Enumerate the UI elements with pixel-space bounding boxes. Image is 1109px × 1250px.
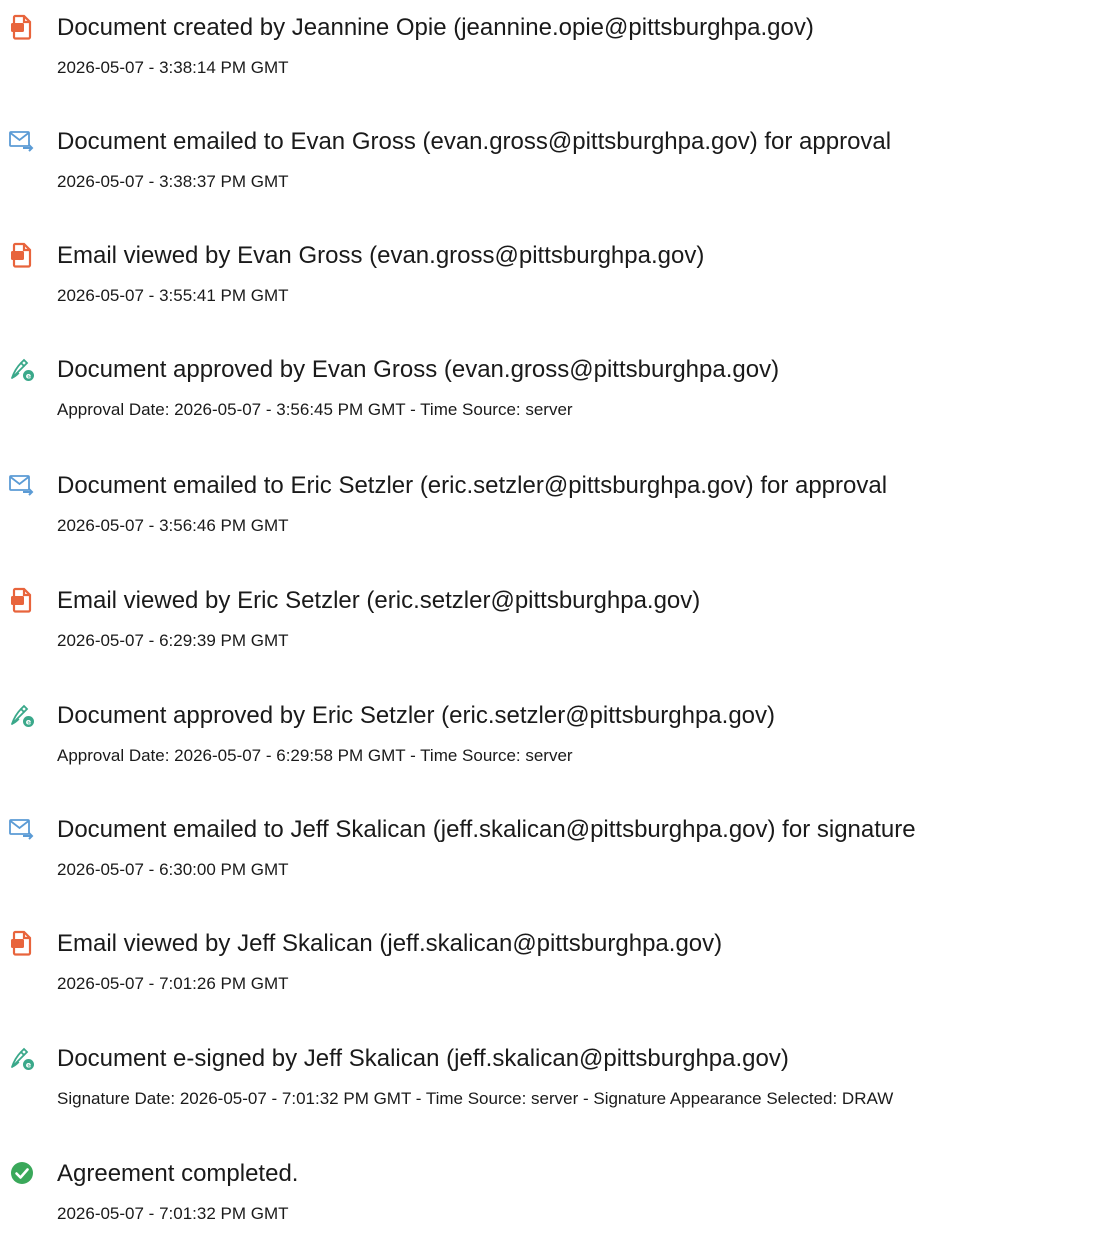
- audit-event: e Document e-signed by Jeff Skalican (je…: [0, 1045, 1109, 1135]
- audit-event: Email viewed by Eric Setzler (eric.setzl…: [0, 587, 1109, 677]
- event-title: Agreement completed.: [57, 1160, 299, 1187]
- event-timestamp: 2026-05-07 - 3:56:46 PM GMT: [57, 516, 289, 535]
- event-title: Email viewed by Eric Setzler (eric.setzl…: [57, 587, 701, 614]
- document-icon: [9, 587, 35, 613]
- event-title: Document emailed to Jeff Skalican (jeff.…: [57, 816, 916, 843]
- event-timestamp: 2026-05-07 - 3:38:37 PM GMT: [57, 172, 289, 191]
- document-icon: [9, 930, 35, 956]
- audit-event: Document emailed to Evan Gross (evan.gro…: [0, 128, 1109, 218]
- event-timestamp: Approval Date: 2026-05-07 - 6:29:58 PM G…: [57, 746, 573, 765]
- event-timestamp: 2026-05-07 - 6:29:39 PM GMT: [57, 631, 289, 650]
- audit-event: e Document approved by Eric Setzler (eri…: [0, 702, 1109, 792]
- event-timestamp: 2026-05-07 - 7:01:26 PM GMT: [57, 974, 289, 993]
- email-icon: [9, 128, 35, 154]
- event-title: Email viewed by Jeff Skalican (jeff.skal…: [57, 930, 723, 957]
- pen-sign-icon: e: [9, 702, 35, 728]
- pen-sign-icon: e: [9, 356, 35, 382]
- event-title: Email viewed by Evan Gross (evan.gross@p…: [57, 242, 705, 269]
- audit-event: Email viewed by Evan Gross (evan.gross@p…: [0, 242, 1109, 332]
- email-icon: [9, 816, 35, 842]
- event-timestamp: 2026-05-07 - 7:01:32 PM GMT: [57, 1204, 289, 1223]
- event-timestamp: 2026-05-07 - 3:38:14 PM GMT: [57, 58, 289, 77]
- event-title: Document e-signed by Jeff Skalican (jeff…: [57, 1045, 789, 1072]
- audit-event: Agreement completed. 2026-05-07 - 7:01:3…: [0, 1160, 1109, 1250]
- svg-text:e: e: [26, 1061, 32, 1070]
- audit-event: Document emailed to Jeff Skalican (jeff.…: [0, 816, 1109, 906]
- event-timestamp: 2026-05-07 - 6:30:00 PM GMT: [57, 860, 289, 879]
- event-title: Document emailed to Eric Setzler (eric.s…: [57, 472, 888, 499]
- event-timestamp: 2026-05-07 - 3:55:41 PM GMT: [57, 286, 289, 305]
- event-title: Document approved by Eric Setzler (eric.…: [57, 702, 776, 729]
- event-timestamp: Signature Date: 2026-05-07 - 7:01:32 PM …: [57, 1089, 894, 1108]
- document-icon: [9, 14, 35, 40]
- event-timestamp: Approval Date: 2026-05-07 - 3:56:45 PM G…: [57, 400, 573, 419]
- audit-event: Document emailed to Eric Setzler (eric.s…: [0, 472, 1109, 562]
- svg-text:e: e: [26, 718, 32, 727]
- document-icon: [9, 242, 35, 268]
- audit-event: Document created by Jeannine Opie (jeann…: [0, 14, 1109, 104]
- event-title: Document emailed to Evan Gross (evan.gro…: [57, 128, 892, 155]
- event-title: Document approved by Evan Gross (evan.gr…: [57, 356, 780, 383]
- event-title: Document created by Jeannine Opie (jeann…: [57, 14, 814, 41]
- svg-text:e: e: [26, 372, 32, 381]
- audit-event: e Document approved by Evan Gross (evan.…: [0, 356, 1109, 446]
- email-icon: [9, 472, 35, 498]
- check-circle-icon: [9, 1160, 35, 1186]
- pen-sign-icon: e: [9, 1045, 35, 1071]
- audit-event: Email viewed by Jeff Skalican (jeff.skal…: [0, 930, 1109, 1020]
